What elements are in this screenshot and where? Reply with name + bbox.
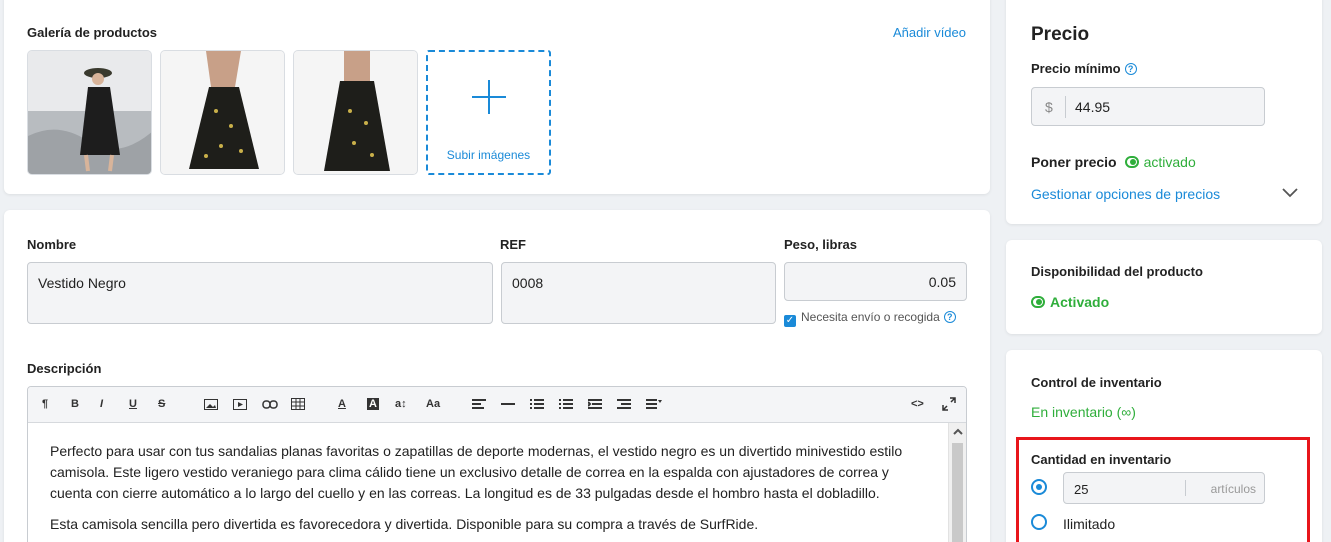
image-icon[interactable]: [204, 399, 218, 410]
set-price-row[interactable]: Poner precio activado: [1031, 154, 1196, 170]
inventory-status[interactable]: En inventario (∞): [1031, 404, 1136, 420]
product-thumbnail-2[interactable]: [160, 50, 285, 175]
availability-title: Disponibilidad del producto: [1031, 264, 1203, 279]
fullscreen-icon[interactable]: [942, 397, 956, 411]
code-view-icon[interactable]: <>: [911, 398, 924, 410]
horizontal-line-icon[interactable]: [501, 399, 515, 409]
editor-toolbar: ¶ B I U S A A a↕ Aa <>: [28, 387, 966, 423]
description-paragraph-2: Esta camisola sencilla pero divertida es…: [50, 516, 759, 532]
product-photo-beach-icon: [28, 51, 151, 174]
description-paragraph-1: Perfecto para usar con tus sandalias pla…: [50, 443, 903, 501]
price-title: Precio: [1031, 24, 1090, 45]
plus-icon: [472, 80, 506, 114]
scroll-up-icon[interactable]: [953, 427, 963, 437]
product-thumbnail-3[interactable]: [293, 50, 418, 175]
description-label: Descripción: [27, 361, 102, 376]
product-details-card: Nombre Vestido Negro REF 0008 Peso, libr…: [4, 210, 990, 542]
set-price-status: activado: [1143, 154, 1196, 170]
availability-status-row[interactable]: Activado: [1031, 294, 1109, 310]
video-icon[interactable]: [233, 399, 247, 410]
toggle-on-icon[interactable]: [1124, 156, 1139, 168]
min-price-label: Precio mínimo: [1031, 61, 1121, 76]
description-content[interactable]: Perfecto para usar con tus sandalias pla…: [28, 423, 948, 542]
description-editor: ¶ B I U S A A a↕ Aa <> Perfecto para usa…: [27, 386, 967, 542]
align-dropdown-icon[interactable]: [646, 399, 662, 409]
font-case-icon[interactable]: Aa: [426, 398, 440, 410]
currency-symbol: $: [1045, 99, 1053, 115]
scrollbar-thumb[interactable]: [952, 443, 963, 542]
bold-icon[interactable]: B: [71, 398, 79, 410]
set-price-label: Poner precio: [1031, 154, 1117, 170]
price-card: Precio Precio mínimo? $ 44.95 Poner prec…: [1006, 0, 1322, 224]
indent-icon[interactable]: [617, 399, 631, 409]
min-price-value: 44.95: [1075, 99, 1111, 115]
weight-input[interactable]: 0.05: [784, 262, 967, 301]
checkbox-checked-icon[interactable]: ✓: [784, 315, 796, 327]
gallery-card: Galería de productos Añadir vídeo Subir …: [4, 0, 990, 194]
upload-images-button[interactable]: Subir imágenes: [426, 50, 551, 175]
table-icon[interactable]: [291, 398, 305, 410]
chevron-down-icon[interactable]: [1282, 188, 1298, 198]
product-photo-front-icon: [161, 51, 284, 174]
ref-input[interactable]: 0008: [501, 262, 776, 324]
font-size-icon[interactable]: a↕: [395, 398, 407, 410]
help-icon[interactable]: ?: [943, 311, 956, 323]
name-input[interactable]: Vestido Negro: [27, 262, 493, 324]
upload-images-label: Subir imágenes: [446, 148, 531, 162]
add-video-link[interactable]: Añadir vídeo: [893, 25, 966, 40]
product-thumbnail-1[interactable]: [27, 50, 152, 175]
italic-icon[interactable]: I: [100, 398, 103, 410]
min-price-row: Precio mínimo?: [1031, 61, 1137, 76]
outdent-icon[interactable]: [588, 399, 602, 409]
manage-price-options-link[interactable]: Gestionar opciones de precios: [1031, 186, 1220, 202]
inventory-title: Control de inventario: [1031, 375, 1162, 390]
editor-scrollbar[interactable]: [948, 423, 966, 542]
weight-label: Peso, libras: [784, 237, 857, 252]
strikethrough-icon[interactable]: S: [158, 398, 165, 410]
shipping-checkbox-row[interactable]: ✓ Necesita envío o recogida?: [784, 310, 956, 327]
bullet-list-icon[interactable]: [530, 399, 544, 409]
align-left-icon[interactable]: [472, 399, 486, 409]
link-icon[interactable]: [262, 399, 278, 410]
currency-divider: [1065, 96, 1066, 118]
background-color-icon[interactable]: A: [367, 398, 379, 410]
numbered-list-icon[interactable]: [559, 399, 573, 409]
underline-icon[interactable]: U: [129, 398, 137, 410]
paragraph-icon[interactable]: ¶: [42, 398, 48, 410]
help-icon[interactable]: ?: [1124, 63, 1137, 75]
name-label: Nombre: [27, 237, 77, 252]
toggle-on-icon[interactable]: [1031, 296, 1045, 308]
shipping-label: Necesita envío o recogida: [801, 310, 940, 324]
min-price-input[interactable]: $ 44.95: [1031, 87, 1265, 126]
product-photo-back-icon: [294, 51, 417, 174]
highlight-box: [1016, 437, 1310, 542]
gallery-title: Galería de productos: [27, 25, 158, 40]
availability-card: Disponibilidad del producto Activado: [1006, 240, 1322, 334]
availability-status: Activado: [1050, 294, 1110, 310]
text-color-icon[interactable]: A: [338, 398, 346, 410]
ref-label: REF: [500, 237, 526, 252]
